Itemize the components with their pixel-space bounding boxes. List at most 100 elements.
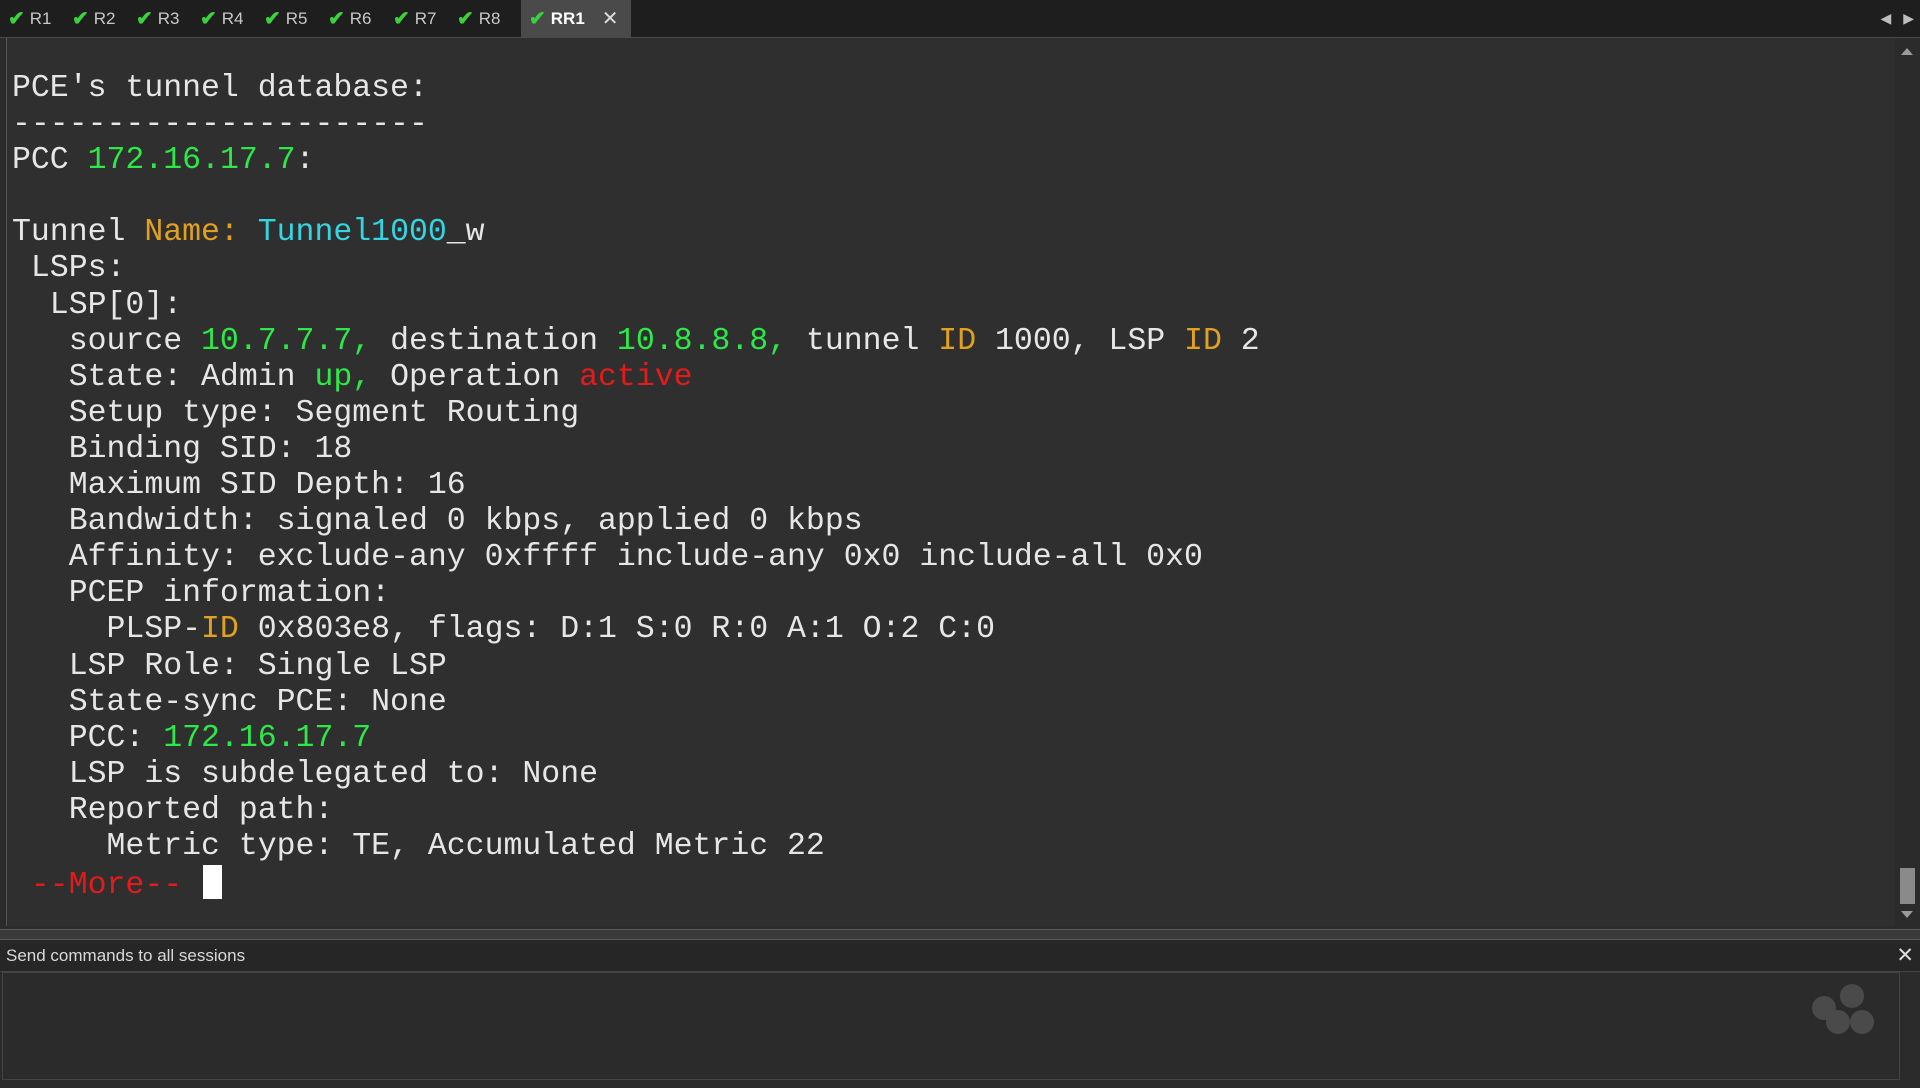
terminal-output[interactable]: PCE's tunnel database: ------------------… [6,38,1895,926]
terminal-line: PCEP information: [12,576,1260,612]
terminal-segment: PCE's tunnel database: [12,71,428,106]
terminal-segment: PCC: [12,720,164,756]
tab-label: R1 [29,8,52,28]
terminal-line: source 10.7.7.7, destination 10.8.8.8, t… [12,324,1260,360]
terminal-cursor [203,865,223,900]
check-icon: ✔ [8,8,25,30]
terminal-line: LSP Role: Single LSP [12,649,1260,685]
tab-r5[interactable]: ✔ R5 [264,0,308,37]
terminal-segment: 172.16.17.7 [163,720,372,756]
terminal-segment: up, [314,359,372,395]
terminal-segment: tunnel [787,323,939,359]
send-commands-label: Send commands to all sessions [6,946,246,965]
terminal-segment: 1000, LSP [976,323,1185,359]
tab-r2[interactable]: ✔ R2 [72,0,116,37]
terminal-segment: LSP Role: Single LSP [12,648,447,684]
terminal-line: PCC: 172.16.17.7 [12,721,1260,757]
terminal-line: Tunnel Name: Tunnel1000_w [12,215,1260,251]
terminal-segment: Binding SID: 18 [12,431,353,467]
terminal-segment: 172.16.17.7 [87,143,296,179]
terminal-segment: Tunnel [12,215,145,251]
terminal-segment: PLSP- [12,612,202,648]
terminal-line: LSP[0]: [12,288,1260,324]
terminal-line: Binding SID: 18 [12,432,1260,468]
terminal-line: ---------------------- [12,107,1260,143]
terminal-segment: LSPs: [12,251,126,287]
terminal-segment: ID [1184,323,1222,359]
terminal-segment: ---------------------- [12,107,428,143]
terminal-segment: 10.7.7.7, [201,323,372,359]
tab-r7[interactable]: ✔ R7 [393,0,437,37]
terminal-line: State-sync PCE: None [12,685,1260,721]
tab-label: R2 [93,8,116,28]
terminal-segment: Setup type: Segment Routing [12,395,580,431]
terminal-segment: ID [938,323,977,359]
send-commands-area [2,972,1903,1083]
terminal-line: Bandwidth: signaled 0 kbps, applied 0 kb… [12,504,1260,540]
terminal-segment [239,215,258,250]
send-commands-input[interactable] [3,973,1903,1083]
tab-r1[interactable]: ✔ R1 [8,0,52,37]
tab-r8[interactable]: ✔ R8 [457,0,501,37]
terminal-segment: Bandwidth: signaled 0 kbps, applied 0 kb… [12,504,863,540]
terminal-segment: _w [446,215,485,251]
terminal-line: PCC 172.16.17.7: [12,143,1260,179]
terminal-text: PCE's tunnel database: ------------------… [12,71,1260,904]
tab-label: R5 [285,8,308,28]
terminal-segment: State-sync PCE: None [12,684,447,720]
terminal-segment: destination [371,323,617,359]
tab-r6[interactable]: ✔ R6 [328,0,372,37]
pane-splitter[interactable] [0,929,1920,940]
terminal-segment: source [12,323,202,359]
check-icon: ✔ [136,8,153,30]
check-icon: ✔ [264,8,281,30]
check-icon: ✔ [393,8,410,30]
tab-label: RR1 [550,8,585,28]
close-icon[interactable]: ✕ [602,6,619,31]
terminal-line: LSP is subdelegated to: None [12,757,1260,793]
tab-r3[interactable]: ✔ R3 [136,0,180,37]
terminal-line: Affinity: exclude-any 0xffff include-any… [12,540,1260,576]
tab-label: R6 [349,8,372,28]
session-tab-bar: ✔ R1 ✔ R2 ✔ R3 ✔ R4 ✔ R5 ✔ R6 ✔ R7 ✔ R8 ✔ RR1 ✕ ◀ ▶ [0,0,1920,38]
terminal-segment: Maximum SID Depth: 16 [12,468,466,504]
terminal-line: Metric type: TE, Accumulated Metric 22 [12,829,1260,865]
chevron-right-icon[interactable]: ▶ [1903,10,1914,27]
tab-rr1[interactable]: ✔ RR1 ✕ [521,0,631,37]
terminal-segment: LSP[0]: [12,287,183,323]
chevron-left-icon[interactable]: ◀ [1880,10,1891,27]
terminal-line: PCE's tunnel database: [12,71,1260,107]
terminal-segment: --More-- [12,868,202,904]
tab-r4[interactable]: ✔ R4 [200,0,244,37]
terminal-segment: 2 [1221,323,1260,359]
terminal-line: Reported path: [12,793,1260,829]
terminal-scrollbar[interactable] [1896,40,1918,926]
terminal-segment: ID [201,612,239,648]
check-icon: ✔ [72,8,89,30]
scroll-up-icon[interactable] [1901,48,1913,55]
terminal-segment: Reported path: [12,792,334,828]
terminal-segment: 10.8.8.8, [616,323,788,359]
tab-label: R4 [221,8,244,28]
terminal-segment: Operation [371,359,580,395]
check-icon: ✔ [200,8,217,30]
terminal-segment: PCC [12,143,88,179]
terminal-segment: : [295,143,315,179]
terminal-line: PLSP-ID 0x803e8, flags: D:1 S:0 R:0 A:1 … [12,612,1260,648]
terminal-segment: Tunnel1000 [257,215,447,251]
terminal-line: State: Admin up, Operation active [12,360,1260,396]
terminal-segment: State: Admin [12,359,315,395]
terminal-segment: PCEP information: [12,576,391,612]
terminal-segment: Affinity: exclude-any 0xffff include-any… [12,540,1203,576]
tab-label: R3 [157,8,180,28]
close-icon[interactable]: ✕ [1896,943,1914,968]
terminal-line: --More-- [12,865,1260,904]
terminal-segment: Metric type: TE, Accumulated Metric 22 [12,828,825,864]
scroll-down-icon[interactable] [1901,911,1913,918]
check-icon: ✔ [529,8,546,30]
input-scrollbar[interactable] [1900,972,1920,1078]
scrollbar-thumb[interactable] [1900,868,1915,904]
tab-label: R8 [478,8,501,28]
terminal-segment: LSP is subdelegated to: None [12,756,598,792]
